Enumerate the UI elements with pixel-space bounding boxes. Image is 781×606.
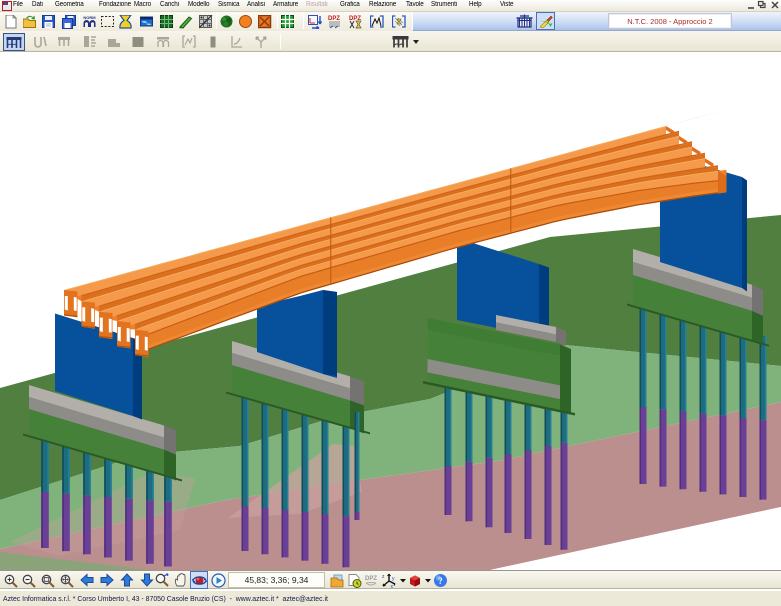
svg-text:z: z xyxy=(382,574,385,580)
svg-text:x: x xyxy=(391,584,394,589)
svg-text:DPZ: DPZ xyxy=(365,576,377,582)
svg-text:DPZ: DPZ xyxy=(328,16,340,22)
svg-text:NORM: NORM xyxy=(83,15,96,20)
svg-text:?: ? xyxy=(438,576,443,586)
svg-text:y: y xyxy=(392,576,395,582)
